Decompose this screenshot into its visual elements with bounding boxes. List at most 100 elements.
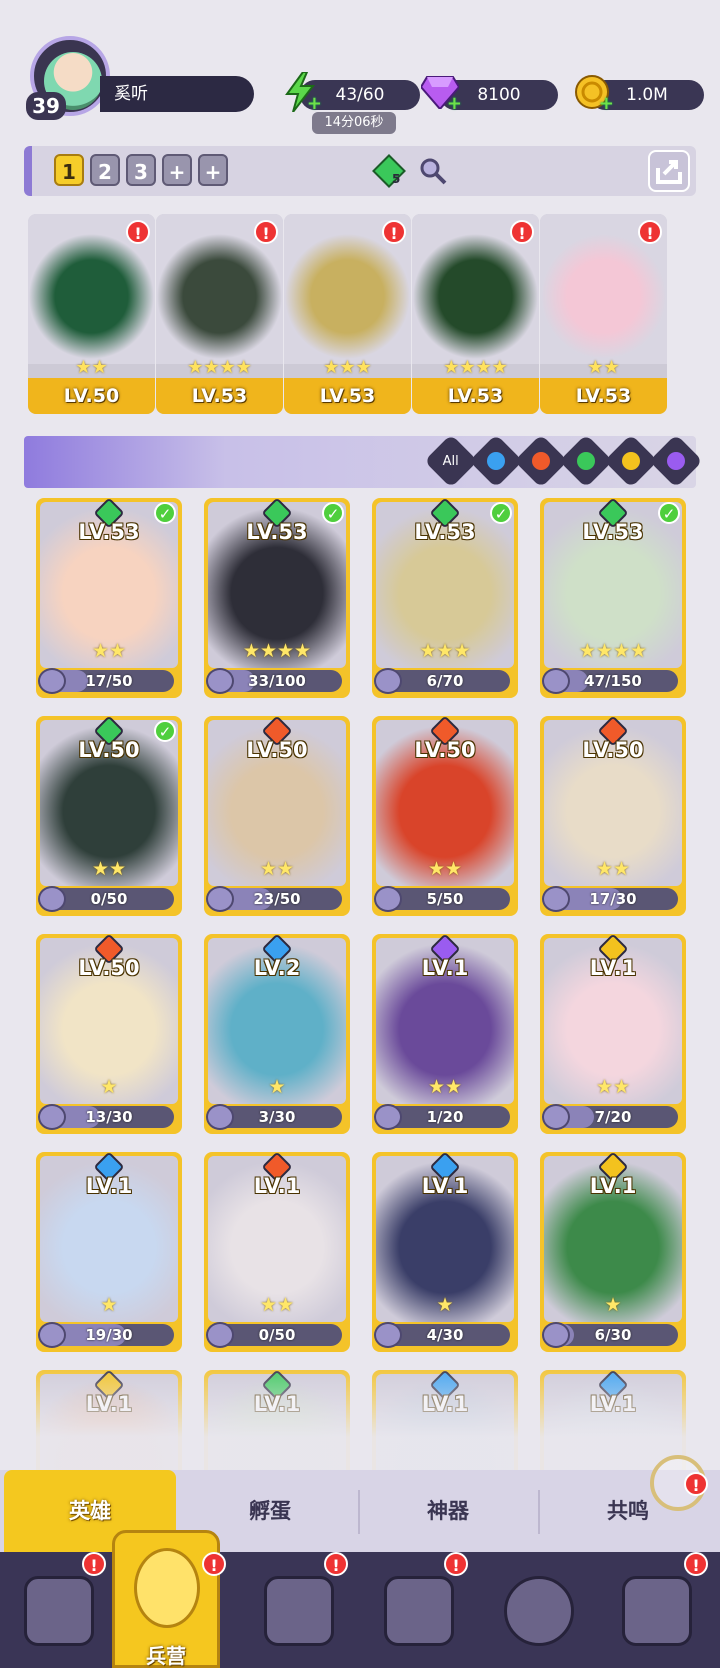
team-hero-stars: ★★★ (323, 357, 372, 378)
hero-stars: ★★ (595, 858, 631, 880)
hero-level: LV.50 (78, 738, 140, 762)
hero-level: LV.1 (421, 1174, 469, 1198)
hero-card[interactable]: LV.50 ★ 13/30 (36, 934, 182, 1134)
shard-icon (542, 1322, 570, 1348)
element-filter-label (577, 452, 595, 470)
hero-level: LV.1 (253, 1174, 301, 1198)
hero-level: LV.1 (421, 956, 469, 980)
team-hero-alert-badge: ! (254, 220, 278, 244)
nav-map[interactable] (254, 1566, 344, 1656)
team-hero-card[interactable]: ★★★ LV.53 (284, 214, 411, 414)
hero-level: LV.1 (589, 956, 637, 980)
nav-castle[interactable] (374, 1566, 464, 1656)
hero-stars: ★★ (427, 858, 463, 880)
team-hero-level: LV.50 (28, 378, 155, 414)
team-bar (24, 146, 696, 196)
team-slot-3[interactable]: 3 (126, 154, 156, 186)
team-element-icon[interactable] (372, 154, 406, 188)
hero-card[interactable]: LV.2 ★ 3/30 (204, 934, 350, 1134)
hero-card[interactable]: ✓ LV.53 ★★ 17/50 (36, 498, 182, 698)
team-hero-alert-badge: ! (126, 220, 150, 244)
shard-icon (38, 668, 66, 694)
hero-card[interactable]: ✓ LV.53 ★★★ 6/70 (372, 498, 518, 698)
nav-guild[interactable] (494, 1566, 584, 1656)
hero-card[interactable]: ✓ LV.53 ★★★★ 47/150 (540, 498, 686, 698)
share-button[interactable] (648, 150, 690, 192)
hero-level: LV.1 (85, 1174, 133, 1198)
hero-card[interactable]: ✓ LV.50 ★★ 0/50 (36, 716, 182, 916)
cards-icon (24, 1576, 94, 1646)
coin-icon: + (572, 72, 614, 114)
team-slot-add-1[interactable]: + (162, 154, 192, 186)
shard-icon (38, 1322, 66, 1348)
hero-card[interactable]: LV.1 ★ 19/30 (36, 1152, 182, 1352)
nav-alert-badge: ! (444, 1552, 468, 1576)
hero-card[interactable]: LV.1 ★ 4/30 (372, 1152, 518, 1352)
team-hero-level: LV.53 (540, 378, 667, 414)
share-icon (656, 160, 682, 184)
hero-level: LV.50 (582, 738, 644, 762)
nav-barracks-label: 兵营 (146, 1644, 186, 1668)
hero-level: LV.50 (78, 956, 140, 980)
nav-shop[interactable] (612, 1566, 702, 1656)
hero-stars: ★★ (259, 1294, 295, 1316)
shard-icon (374, 668, 402, 694)
team-hero-card[interactable]: ★★★★ LV.53 (412, 214, 539, 414)
team-slot-add-2[interactable]: + (198, 154, 228, 186)
hero-level: LV.53 (246, 520, 308, 544)
team-slot-1[interactable]: 1 (54, 154, 84, 186)
shard-icon (206, 886, 234, 912)
shard-icon (206, 1104, 234, 1130)
team-hero-level: LV.53 (284, 378, 411, 414)
team-hero-stars: ★★★★ (443, 357, 508, 378)
hero-card[interactable]: LV.1 ★★ 0/50 (204, 1152, 350, 1352)
team-hero-card[interactable]: ★★ LV.53 (540, 214, 667, 414)
nav-alert-badge: ! (202, 1552, 226, 1576)
team-hero-alert-badge: ! (510, 220, 534, 244)
nav-cards[interactable] (14, 1566, 104, 1656)
shard-icon (206, 668, 234, 694)
lightning-icon: + (280, 72, 322, 114)
shard-icon (38, 1104, 66, 1130)
energy-timer: 14分06秒 (312, 112, 396, 134)
castle-icon (384, 1576, 454, 1646)
magnifier-icon[interactable] (418, 156, 448, 186)
tab-divider (358, 1490, 360, 1534)
shard-icon (38, 886, 66, 912)
element-filter-label (532, 452, 550, 470)
hero-card[interactable]: LV.1 ★ 6/30 (540, 1152, 686, 1352)
hero-card[interactable]: LV.50 ★★ 17/30 (540, 716, 686, 916)
team-hero-alert-badge: ! (638, 220, 662, 244)
gem-icon: + (420, 72, 462, 114)
shard-icon (206, 1322, 234, 1348)
hero-level: LV.50 (414, 738, 476, 762)
hero-card[interactable]: LV.50 ★★ 23/50 (204, 716, 350, 916)
hero-card[interactable]: LV.1 ★★ 1/20 (372, 934, 518, 1134)
shop-icon (622, 1576, 692, 1646)
hero-stars: ★★★ (419, 640, 471, 662)
player-level-badge: 39 (26, 92, 66, 120)
gold-value: 1.0M (626, 85, 668, 105)
event-alert-badge: ! (684, 1472, 708, 1496)
hero-card[interactable]: LV.50 ★★ 5/50 (372, 716, 518, 916)
team-hero-card[interactable]: ★★ LV.50 (28, 214, 155, 414)
hero-stars: ★ (100, 1294, 118, 1316)
team-hero-card[interactable]: ★★★★ LV.53 (156, 214, 283, 414)
barracks-icon (134, 1548, 200, 1628)
hero-level: LV.53 (78, 520, 140, 544)
shard-icon (374, 1322, 402, 1348)
hero-card[interactable]: ✓ LV.53 ★★★★ 33/100 (204, 498, 350, 698)
hero-level: LV.53 (582, 520, 644, 544)
shard-icon (542, 1104, 570, 1130)
shard-icon (542, 886, 570, 912)
energy-value: 43/60 (335, 85, 385, 105)
hero-level: LV.53 (414, 520, 476, 544)
shard-icon (374, 1104, 402, 1130)
shard-icon (542, 668, 570, 694)
guild-icon (504, 1576, 574, 1646)
team-slot-2[interactable]: 2 (90, 154, 120, 186)
tab-artifacts[interactable]: 神器 (362, 1470, 534, 1552)
team-hero-level: LV.53 (412, 378, 539, 414)
hero-card[interactable]: LV.1 ★★ 7/20 (540, 934, 686, 1134)
element-filter-label (622, 452, 640, 470)
